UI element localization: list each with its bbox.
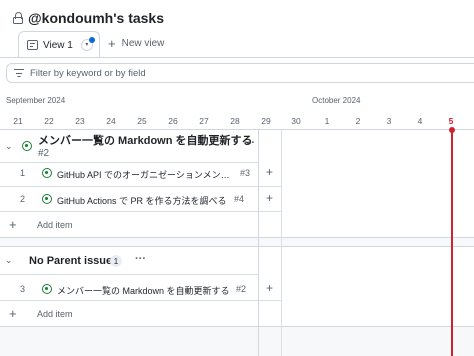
- filter-icon: [14, 69, 24, 78]
- add-item-button[interactable]: Add item: [37, 309, 73, 319]
- chevron-down-icon[interactable]: ⌄: [5, 255, 13, 266]
- plus-icon: +: [108, 36, 116, 51]
- view-tabs: View 1 ▾ + New view: [0, 30, 474, 58]
- day-label: 29: [261, 116, 271, 126]
- day-label: 23: [75, 116, 85, 126]
- row-divider: [0, 211, 258, 212]
- row-divider: [259, 300, 281, 301]
- day-label: 30: [291, 116, 301, 126]
- item-id: #2: [236, 284, 247, 294]
- row-divider: [259, 211, 281, 212]
- today-marker-line: [451, 129, 453, 356]
- day-label: 26: [168, 116, 178, 126]
- filter-placeholder: Filter by keyword or by field: [30, 67, 146, 79]
- open-issue-icon: [42, 168, 52, 178]
- open-issue-icon: [42, 284, 52, 294]
- open-issue-icon: [42, 194, 52, 204]
- day-label: 21: [13, 116, 23, 126]
- row-divider: [0, 300, 258, 301]
- row-divider: [0, 162, 258, 163]
- add-item-plus-icon[interactable]: +: [9, 307, 17, 320]
- group-menu-icon[interactable]: ···: [135, 253, 146, 265]
- unsaved-changes-dot: [88, 37, 95, 43]
- view-options-button[interactable]: ▾: [80, 37, 95, 51]
- day-label: 3: [386, 116, 392, 126]
- row-number: 3: [19, 284, 25, 294]
- group-title: No Parent issue: [29, 255, 113, 267]
- item-title[interactable]: メンバー一覧の Markdown を自動更新する: [57, 284, 235, 297]
- day-label: 2: [355, 116, 361, 126]
- month-label-october: October 2024: [312, 96, 361, 105]
- open-issue-icon: [22, 141, 32, 151]
- row-divider: [259, 186, 281, 187]
- lock-icon: [13, 12, 23, 24]
- filter-input[interactable]: Filter by keyword or by field: [6, 63, 474, 83]
- day-label: 24: [106, 116, 116, 126]
- timeline-header-divider: [0, 129, 474, 130]
- month-label-september: September 2024: [6, 96, 66, 105]
- item-title[interactable]: GitHub Actions で PR を作る方法を調べる: [57, 194, 233, 207]
- empty-area: [0, 326, 474, 356]
- row-divider: [0, 186, 258, 187]
- project-title: @kondoumh's tasks: [28, 10, 165, 26]
- new-view-button[interactable]: + New view: [108, 37, 164, 50]
- timeline-gutter-line: [281, 130, 282, 356]
- group-menu-icon[interactable]: ···: [244, 137, 255, 149]
- tab-view-1[interactable]: View 1 ▾: [18, 31, 100, 58]
- item-id: #4: [234, 194, 245, 204]
- add-date-plus-icon[interactable]: +: [266, 282, 273, 294]
- row-divider: [0, 274, 258, 275]
- group-count-badge: 1: [110, 255, 122, 267]
- day-label: 22: [44, 116, 54, 126]
- project-header: @kondoumh's tasks: [13, 8, 164, 28]
- item-id: #3: [240, 168, 251, 178]
- today-day-label: 5: [448, 116, 454, 126]
- row-number: 1: [19, 168, 25, 178]
- new-view-label: New view: [121, 38, 165, 49]
- chevron-down-icon[interactable]: ⌄: [5, 141, 13, 152]
- add-item-plus-icon[interactable]: +: [9, 218, 17, 231]
- group-separator: [0, 237, 474, 247]
- day-label: 27: [199, 116, 209, 126]
- item-title[interactable]: GitHub API でのオーガニゼーションメン…: [57, 168, 229, 181]
- add-date-plus-icon[interactable]: +: [266, 166, 273, 178]
- pane-divider: [258, 130, 259, 356]
- day-label: 28: [230, 116, 240, 126]
- day-label: 25: [137, 116, 147, 126]
- row-number: 2: [19, 194, 25, 204]
- day-label: 1: [324, 116, 330, 126]
- tabs-divider: [0, 57, 474, 58]
- add-item-button[interactable]: Add item: [37, 220, 73, 230]
- day-label: 4: [417, 116, 423, 126]
- add-date-plus-icon[interactable]: +: [266, 192, 273, 204]
- today-marker-dot: [448, 127, 455, 133]
- tab-label: View 1: [43, 39, 73, 51]
- group-issue-number: #2: [38, 148, 50, 159]
- group-title[interactable]: メンバー一覧の Markdown を自動更新する: [38, 132, 253, 148]
- table-icon: [27, 40, 38, 50]
